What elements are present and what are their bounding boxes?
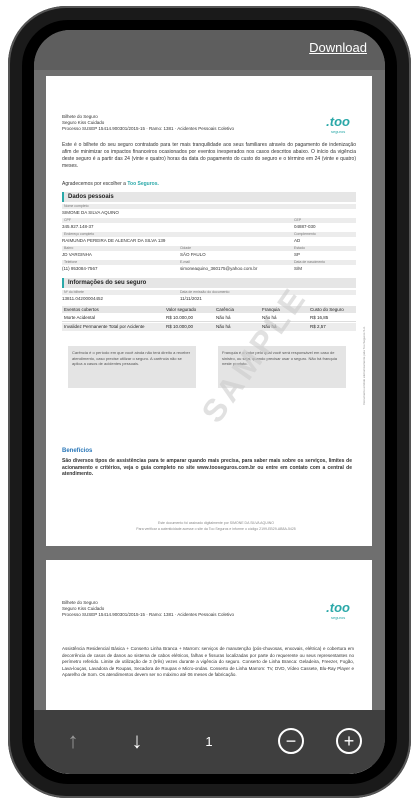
download-link[interactable]: Download (309, 40, 367, 55)
phone-bezel: Download Bilhete do Seguro Seguro Kiss C… (22, 20, 397, 784)
beneficios-text: São diversos tipos de assistências para … (62, 458, 352, 477)
field-label-email: E-mail (180, 260, 190, 264)
beneficios-title: Benefícios (62, 448, 93, 454)
header-line: Processo SUSEP 15414.900301/2015-15 · Ra… (62, 612, 235, 617)
minus-circle-icon: − (278, 728, 304, 754)
arrow-down-icon[interactable]: ↓ (120, 724, 154, 758)
field-telefone: (11) 953084-7567 (62, 266, 98, 271)
field-nome: SIMONE DA SILVA AQUINO (62, 210, 119, 215)
too-seguros-logo: .too seguros (326, 600, 350, 620)
field-emissao: 11/11/2021 (180, 296, 202, 301)
plus-circle-icon: + (336, 728, 362, 754)
phone-frame: Download Bilhete do Seguro Seguro Kiss C… (8, 6, 411, 798)
thanks-brand: Too Seguros. (127, 181, 159, 187)
field-label-emissao: Data de emissão do documento (180, 290, 230, 294)
table-row: Morte Acidental R$ 10.000,00 Não há Não … (62, 314, 356, 322)
field-label-row-telefone: Telefone E-mail Data de nascimento (62, 260, 356, 265)
table-header-cell: Valor segurado (166, 307, 197, 312)
logo-text: .too (326, 114, 350, 129)
field-cep: 04887-030 (294, 224, 316, 229)
footer-line: Este documento foi assinado digitalmente… (157, 521, 274, 525)
table-cell: Invalidez Permanente Total por Acidente (64, 324, 145, 329)
pdf-viewer-screen: Download Bilhete do Seguro Seguro Kiss C… (34, 30, 385, 774)
field-row-telefone: (11) 953084-7567 simoneaquino_360175@yah… (62, 266, 356, 271)
table-header: Eventos cobertos Valor segurado Carência… (62, 306, 356, 313)
field-row-endereco: RAIMUNDA PEREIRA DE ALENCAR DA SILVA 139… (62, 238, 356, 243)
field-label-nome: Nome completo (62, 204, 356, 209)
table-cell: Não há (216, 315, 231, 320)
field-label-telefone: Telefone (64, 260, 78, 264)
field-label-cep: CEP (294, 218, 302, 222)
pdf-toolbar: ↑ ↓ 1 − + (34, 710, 385, 774)
table-row: Invalidez Permanente Total por Acidente … (62, 323, 356, 331)
field-label-row-cpf: CPF CEP (62, 218, 356, 223)
document-header: Bilhete do Seguro Seguro Kiss Cuidado Pr… (62, 600, 234, 618)
field-label-cidade: Cidade (180, 246, 192, 250)
section-informacoes-seguro: Informações do seu seguro (62, 278, 356, 288)
field-row-cpf: 345.927.148-37 04887-030 (62, 224, 356, 229)
field-label-row-bairro: Bairro Cidade Estado (62, 246, 356, 251)
table-cell: R$ 10.000,00 (166, 324, 194, 329)
document-header: Bilhete do Seguro Seguro Kiss Cuidado Pr… (62, 114, 234, 132)
field-label-complemento: Complemento (294, 232, 316, 236)
thanks-line: Agradecemos por escolher a Too Seguros. (62, 181, 159, 187)
field-label-bairro: Bairro (64, 246, 74, 250)
header-line: Processo SUSEP 15414.900301/2015-15 · Ra… (62, 126, 235, 131)
field-bairro: JD VARGINHA (62, 252, 92, 257)
field-row-bairro: JD VARGINHA SÃO PAULO SP (62, 252, 356, 257)
carencia-info-box: Carência é o período em que você ainda n… (68, 346, 196, 388)
field-cpf: 345.927.148-37 (62, 224, 94, 229)
field-nascimento: S/M (294, 266, 303, 271)
footer-line: Para verificar a autenticidade acesse o … (136, 527, 296, 531)
page-number[interactable]: 1 (184, 724, 234, 758)
assistance-text: Assistência Residencial Básica + Consert… (62, 646, 354, 677)
logo-subtext: seguros (330, 129, 346, 134)
field-cidade: SÃO PAULO (180, 252, 206, 257)
logo-subtext: seguros (330, 615, 346, 620)
field-label-row-endereco: Endereço completo Complemento (62, 232, 356, 237)
table-cell: R$ 2,57 (310, 324, 326, 329)
table-header-cell: Carência (216, 307, 235, 312)
field-bilhete: 13811.04200004452 (62, 296, 103, 301)
table-cell: Não há (216, 324, 231, 329)
too-seguros-logo: .too seguros (326, 114, 350, 134)
field-endereco: RAIMUNDA PEREIRA DE ALENCAR DA SILVA 139 (62, 238, 166, 243)
coverage-table: Eventos cobertos Valor segurado Carência… (62, 306, 356, 336)
top-bar: Download (34, 30, 385, 70)
table-cell: Morte Acidental (64, 315, 96, 320)
zoom-in-button[interactable]: + (332, 724, 366, 758)
field-label-cpf: CPF (64, 218, 71, 222)
table-header-cell: Eventos cobertos (64, 307, 99, 312)
zoom-out-button[interactable]: − (274, 724, 308, 758)
field-label-bilhete: Nº do bilhete (64, 290, 84, 294)
logo-text: .too (326, 600, 350, 615)
side-verification-text: Documento emitido eletronicamente pela T… (362, 326, 366, 405)
table-cell: R$ 16,85 (310, 315, 329, 320)
thanks-text: Agradecemos por escolher a (62, 181, 126, 187)
field-label-endereco: Endereço completo (64, 232, 95, 236)
field-email: simoneaquino_360175@yahoo.com.br (180, 266, 258, 271)
table-header-cell: Custo do Seguro (310, 307, 344, 312)
section-dados-pessoais: Dados pessoais (62, 192, 356, 202)
intro-paragraph: Este é o bilhete do seu seguro contratad… (62, 142, 356, 169)
field-label-nascimento: Data de nascimento (294, 260, 326, 264)
field-estado: SP (294, 252, 301, 257)
table-cell: R$ 10.000,00 (166, 315, 194, 320)
arrow-up-icon[interactable]: ↑ (56, 724, 90, 758)
field-label-row-bilhete: Nº do bilhete Data de emissão do documen… (62, 290, 356, 295)
field-complemento: AD (294, 238, 301, 243)
pdf-page-1: Bilhete do Seguro Seguro Kiss Cuidado Pr… (46, 76, 372, 546)
field-label-estado: Estado (294, 246, 305, 250)
